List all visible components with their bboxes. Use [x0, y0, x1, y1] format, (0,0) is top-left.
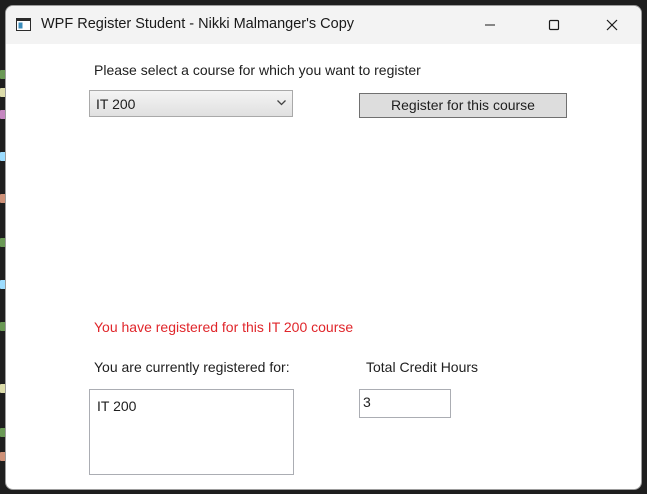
status-message: You have registered for this IT 200 cour…	[94, 319, 354, 335]
close-button[interactable]	[589, 6, 635, 44]
registered-courses-label: You are currently registered for:	[94, 359, 290, 375]
window-title: WPF Register Student - Nikki Malmanger's…	[41, 16, 355, 32]
close-icon	[606, 19, 618, 31]
course-select-value: IT 200	[96, 96, 136, 112]
register-button[interactable]: Register for this course	[359, 93, 567, 118]
course-select[interactable]: IT 200	[89, 90, 293, 117]
maximize-button[interactable]	[531, 6, 577, 44]
maximize-icon	[548, 19, 560, 31]
course-prompt-label: Please select a course for which you wan…	[94, 62, 421, 78]
credit-hours-label: Total Credit Hours	[366, 359, 479, 375]
chevron-down-icon	[277, 100, 286, 106]
credit-hours-value: 3	[363, 394, 371, 410]
title-bar[interactable]: WPF Register Student - Nikki Malmanger's…	[6, 6, 641, 44]
credit-hours-field[interactable]: 3	[359, 389, 451, 418]
list-item[interactable]: IT 200	[97, 398, 136, 414]
minimize-button[interactable]	[467, 6, 513, 44]
registered-courses-list[interactable]: IT 200	[89, 389, 294, 475]
wpf-window-icon	[16, 18, 31, 31]
app-window: WPF Register Student - Nikki Malmanger's…	[5, 5, 642, 490]
minimize-icon	[485, 24, 495, 26]
